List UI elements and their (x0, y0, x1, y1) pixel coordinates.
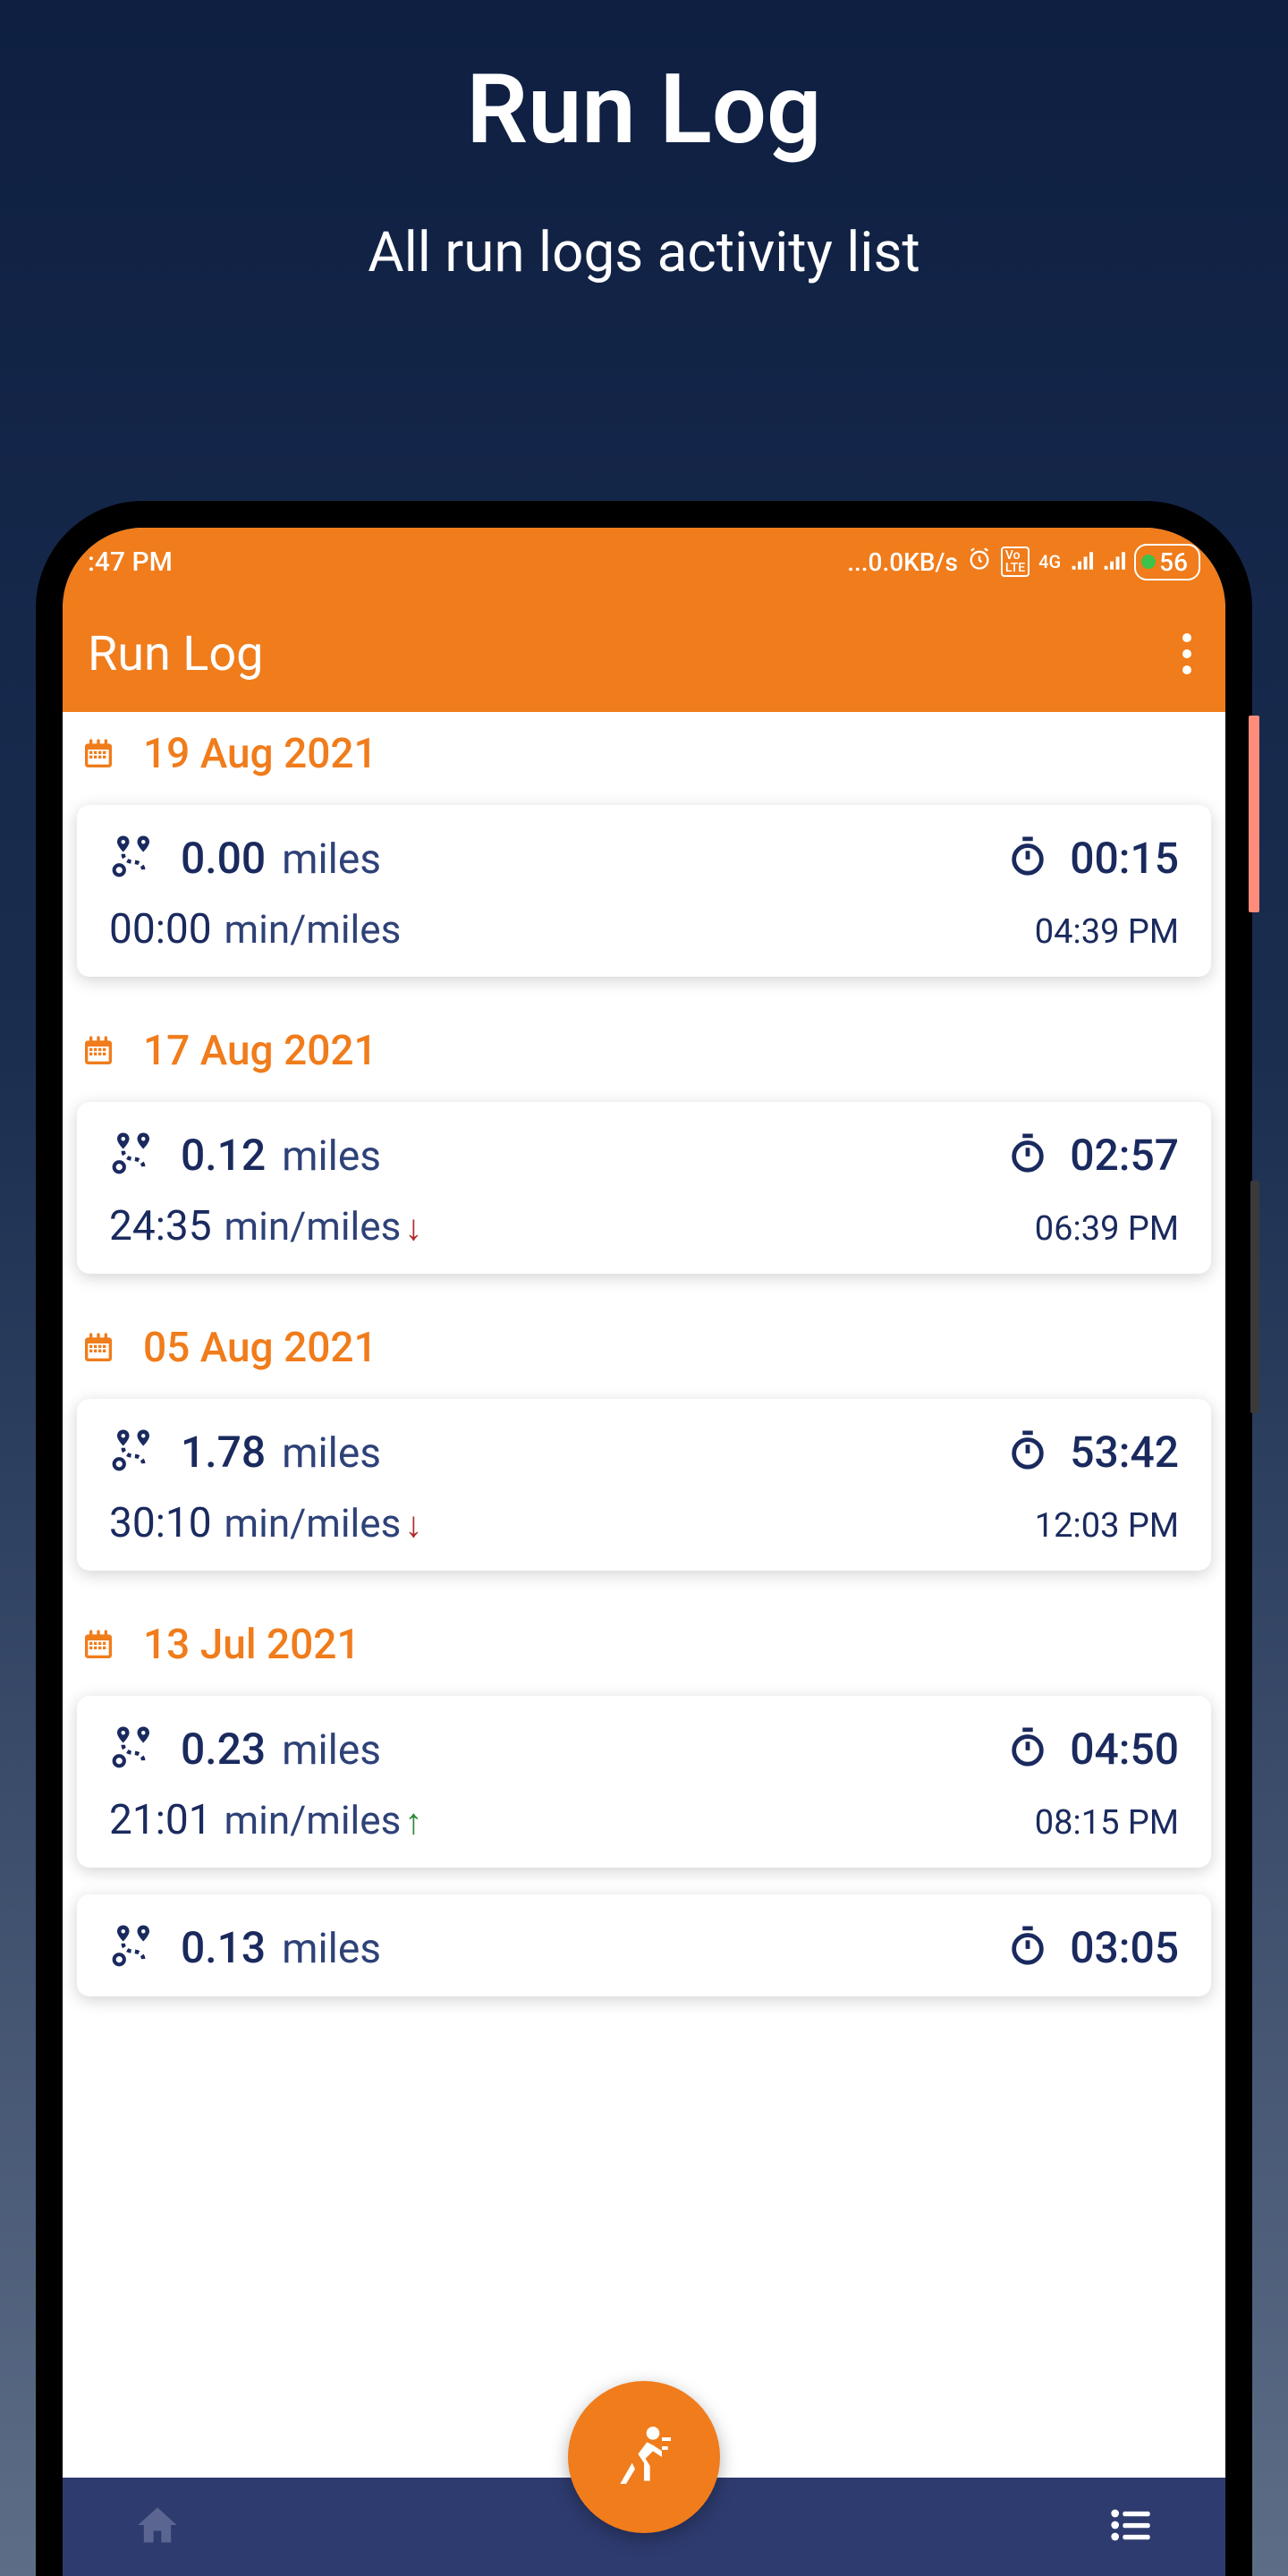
route-icon (109, 1426, 157, 1478)
run-log-list[interactable]: 19 Aug 2021 0.00 miles (63, 712, 1225, 2202)
network-4g-icon: 4G (1038, 551, 1061, 572)
duration-value: 00:15 (1070, 833, 1179, 884)
distance-value: 1.78 (181, 1427, 266, 1478)
distance-value: 0.23 (181, 1724, 266, 1775)
distance-value: 0.12 (181, 1130, 266, 1181)
distance-unit: miles (282, 1429, 381, 1478)
duration-value: 53:42 (1070, 1427, 1179, 1478)
phone-frame: :47 PM ...0.0KB/s VoLTE 4G 56 (36, 501, 1252, 2576)
overflow-menu-button[interactable] (1174, 624, 1200, 683)
route-icon (109, 1129, 157, 1181)
date-label: 05 Aug 2021 (143, 1324, 377, 1372)
pace-value: 24:35 (109, 1202, 212, 1250)
page-title: Run Log (0, 0, 1288, 166)
stopwatch-icon (1007, 834, 1048, 882)
run-time: 08:15 PM (1035, 1803, 1179, 1843)
battery-level: 56 (1159, 547, 1188, 577)
distance-unit: miles (282, 1132, 381, 1181)
run-time: 04:39 PM (1035, 912, 1179, 952)
run-card[interactable]: 1.78 miles 53:42 30:10 min/miles↓ (77, 1399, 1211, 1571)
phone-power-button (1249, 716, 1259, 912)
nav-list-button[interactable] (1107, 2502, 1154, 2552)
run-card[interactable]: 0.13 miles 03:05 (77, 1894, 1211, 1996)
date-header: 19 Aug 2021 (63, 712, 1225, 796)
phone-volume-button (1250, 1181, 1259, 1413)
distance-value: 0.13 (181, 1922, 266, 1973)
battery-badge: 56 (1134, 544, 1200, 580)
start-run-fab[interactable] (568, 2381, 720, 2533)
stopwatch-icon (1007, 1428, 1048, 1476)
calendar-icon (80, 1330, 116, 1366)
status-right: ...0.0KB/s VoLTE 4G 56 (847, 544, 1200, 580)
distance-value: 0.00 (181, 833, 266, 884)
calendar-icon (80, 736, 116, 772)
calendar-icon (80, 1627, 116, 1663)
distance-unit: miles (282, 1726, 381, 1775)
pace-unit: min/miles (225, 1797, 402, 1843)
date-header: 17 Aug 2021 (63, 1004, 1225, 1093)
distance-unit: miles (282, 1925, 381, 1973)
distance-unit: miles (282, 835, 381, 884)
duration-value: 03:05 (1070, 1922, 1179, 1973)
stopwatch-icon (1007, 1724, 1048, 1773)
nav-home-button[interactable] (134, 2502, 181, 2552)
date-label: 17 Aug 2021 (143, 1027, 377, 1075)
stopwatch-icon (1007, 1923, 1048, 1971)
stopwatch-icon (1007, 1131, 1048, 1179)
trend-down-icon: ↓ (404, 1504, 422, 1546)
trend-up-icon: ↑ (404, 1801, 422, 1843)
date-header: 05 Aug 2021 (63, 1301, 1225, 1390)
date-label: 13 Jul 2021 (143, 1621, 360, 1669)
app-bar: Run Log (63, 596, 1225, 712)
run-time: 12:03 PM (1035, 1506, 1179, 1546)
alarm-icon (967, 547, 992, 578)
run-card[interactable]: 0.23 miles 04:50 21:01 min/miles↑ (77, 1696, 1211, 1868)
phone-screen: :47 PM ...0.0KB/s VoLTE 4G 56 (63, 528, 1225, 2576)
page-subtitle: All run logs activity list (0, 220, 1288, 285)
run-card[interactable]: 0.12 miles 02:57 24:35 min/miles↓ (77, 1102, 1211, 1274)
pace-unit: min/miles (225, 1500, 402, 1546)
signal-icon-1 (1070, 547, 1093, 577)
route-icon (109, 1921, 157, 1973)
app-bar-title: Run Log (88, 626, 263, 682)
route-icon (109, 1723, 157, 1775)
status-bar: :47 PM ...0.0KB/s VoLTE 4G 56 (63, 528, 1225, 596)
duration-value: 02:57 (1070, 1130, 1179, 1181)
date-header: 13 Jul 2021 (63, 1597, 1225, 1687)
calendar-icon (80, 1033, 116, 1069)
signal-icon-2 (1102, 547, 1125, 577)
status-time: :47 PM (88, 547, 173, 578)
pace-value: 30:10 (109, 1499, 212, 1547)
duration-value: 04:50 (1070, 1724, 1179, 1775)
pace-unit: min/miles (225, 1203, 402, 1250)
status-data-rate: ...0.0KB/s (847, 547, 958, 577)
pace-value: 00:00 (109, 905, 212, 953)
run-time: 06:39 PM (1035, 1209, 1179, 1249)
trend-down-icon: ↓ (404, 1207, 422, 1249)
route-icon (109, 832, 157, 884)
pace-value: 21:01 (109, 1796, 212, 1844)
volte-icon: VoLTE (1001, 547, 1030, 577)
date-label: 19 Aug 2021 (143, 730, 377, 778)
run-card[interactable]: 0.00 miles 00:15 00:00 min/miles (77, 805, 1211, 977)
pace-unit: min/miles (225, 906, 402, 953)
